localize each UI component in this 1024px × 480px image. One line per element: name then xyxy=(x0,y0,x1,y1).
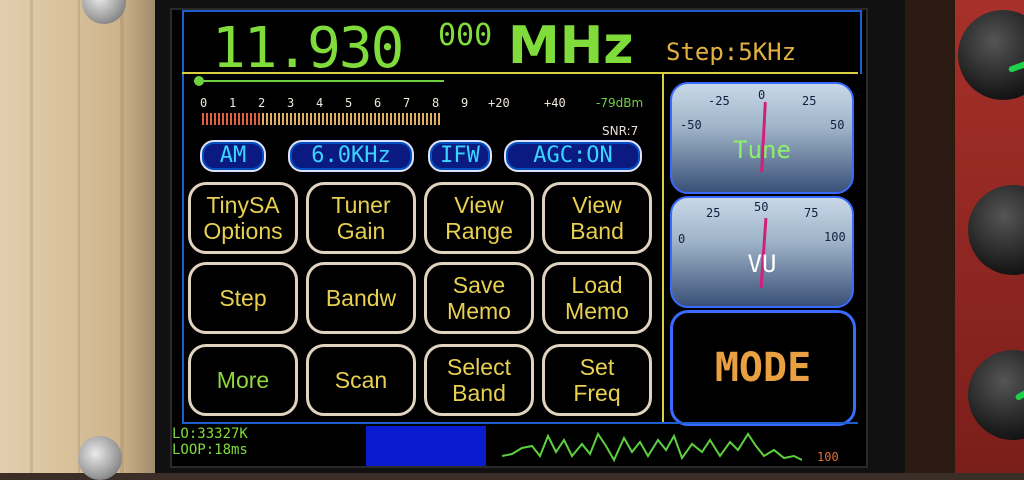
audio-waveform xyxy=(502,431,802,463)
tune-scale: 50 xyxy=(830,118,845,132)
smeter-scale-2: 2 xyxy=(258,96,266,110)
mode-button[interactable]: MODE xyxy=(670,310,856,426)
wood-grain xyxy=(30,0,33,473)
smeter-scale-0: 0 xyxy=(200,96,208,110)
smeter-scale-5: 5 xyxy=(345,96,353,110)
signal-bar-peak xyxy=(202,113,262,125)
smeter-scale-1: 1 xyxy=(229,96,237,110)
wood-grain xyxy=(120,0,124,473)
smeter-scale-4: 4 xyxy=(316,96,324,110)
tune-meter: -50 -25 0 25 50 Tune xyxy=(670,82,854,194)
screw-bottom xyxy=(78,436,122,480)
divider xyxy=(182,422,858,424)
tune-scale: 25 xyxy=(802,94,817,108)
set-freq-button[interactable]: Set Freq xyxy=(542,344,652,416)
scan-button[interactable]: Scan xyxy=(306,344,416,416)
mode-pill[interactable]: AM xyxy=(200,140,266,172)
frequency-unit: MHz xyxy=(508,16,634,76)
wooden-case xyxy=(0,0,170,473)
smeter-scale-6: 6 xyxy=(374,96,382,110)
smeter-scale-7: 7 xyxy=(403,96,411,110)
tft-screen: 11.930 000 MHz Step:5KHz 0 1 2 3 4 5 6 7… xyxy=(170,8,868,468)
step-button[interactable]: Step xyxy=(188,262,298,334)
smeter-scale-8: 8 xyxy=(432,96,440,110)
smeter-baseline xyxy=(194,80,444,82)
vu-scale: 0 xyxy=(678,232,686,246)
frequency-sub: 000 xyxy=(438,18,493,53)
signal-dbm: -79dBm xyxy=(596,96,644,110)
vu-scale: 50 xyxy=(754,200,769,214)
tune-label: Tune xyxy=(733,136,791,164)
ifw-pill[interactable]: IFW xyxy=(428,140,492,172)
smeter-scale-20: +20 xyxy=(488,96,510,110)
vu-scale: 25 xyxy=(706,206,721,220)
smeter-scale-3: 3 xyxy=(287,96,295,110)
view-band-button[interactable]: View Band xyxy=(542,182,652,254)
view-range-button[interactable]: View Range xyxy=(424,182,534,254)
select-band-button[interactable]: Select Band xyxy=(424,344,534,416)
bandwidth-pill[interactable]: 6.0KHz xyxy=(288,140,414,172)
snr-readout: SNR:7 xyxy=(602,124,639,138)
tune-scale: 0 xyxy=(758,88,766,102)
tune-scale: -50 xyxy=(680,118,702,132)
wave-scale-max: 100 xyxy=(817,450,839,464)
load-memo-button[interactable]: Load Memo xyxy=(542,262,652,334)
lo-readout: LO:33327K xyxy=(172,426,248,442)
tuner-gain-button[interactable]: Tuner Gain xyxy=(306,182,416,254)
save-memo-button[interactable]: Save Memo xyxy=(424,262,534,334)
waterfall xyxy=(366,426,486,466)
vu-label: VU xyxy=(747,250,777,278)
smeter-indicator xyxy=(194,76,204,86)
wood-grain xyxy=(78,0,80,473)
more-button[interactable]: More xyxy=(188,344,298,416)
step-label[interactable]: Step:5KHz xyxy=(666,38,796,66)
vu-scale: 75 xyxy=(804,206,819,220)
smeter-scale-40: +40 xyxy=(544,96,566,110)
tune-scale: -25 xyxy=(708,94,730,108)
loop-readout: LOOP:18ms xyxy=(172,442,248,458)
vu-meter: 0 25 50 75 100 VU xyxy=(670,196,854,308)
tinysa-options-button[interactable]: TinySA Options xyxy=(188,182,298,254)
bandwidth-button[interactable]: Bandw xyxy=(306,262,416,334)
vu-scale: 100 xyxy=(824,230,846,244)
smeter-scale-9: 9 xyxy=(461,96,469,110)
agc-pill[interactable]: AGC:ON xyxy=(504,140,642,172)
